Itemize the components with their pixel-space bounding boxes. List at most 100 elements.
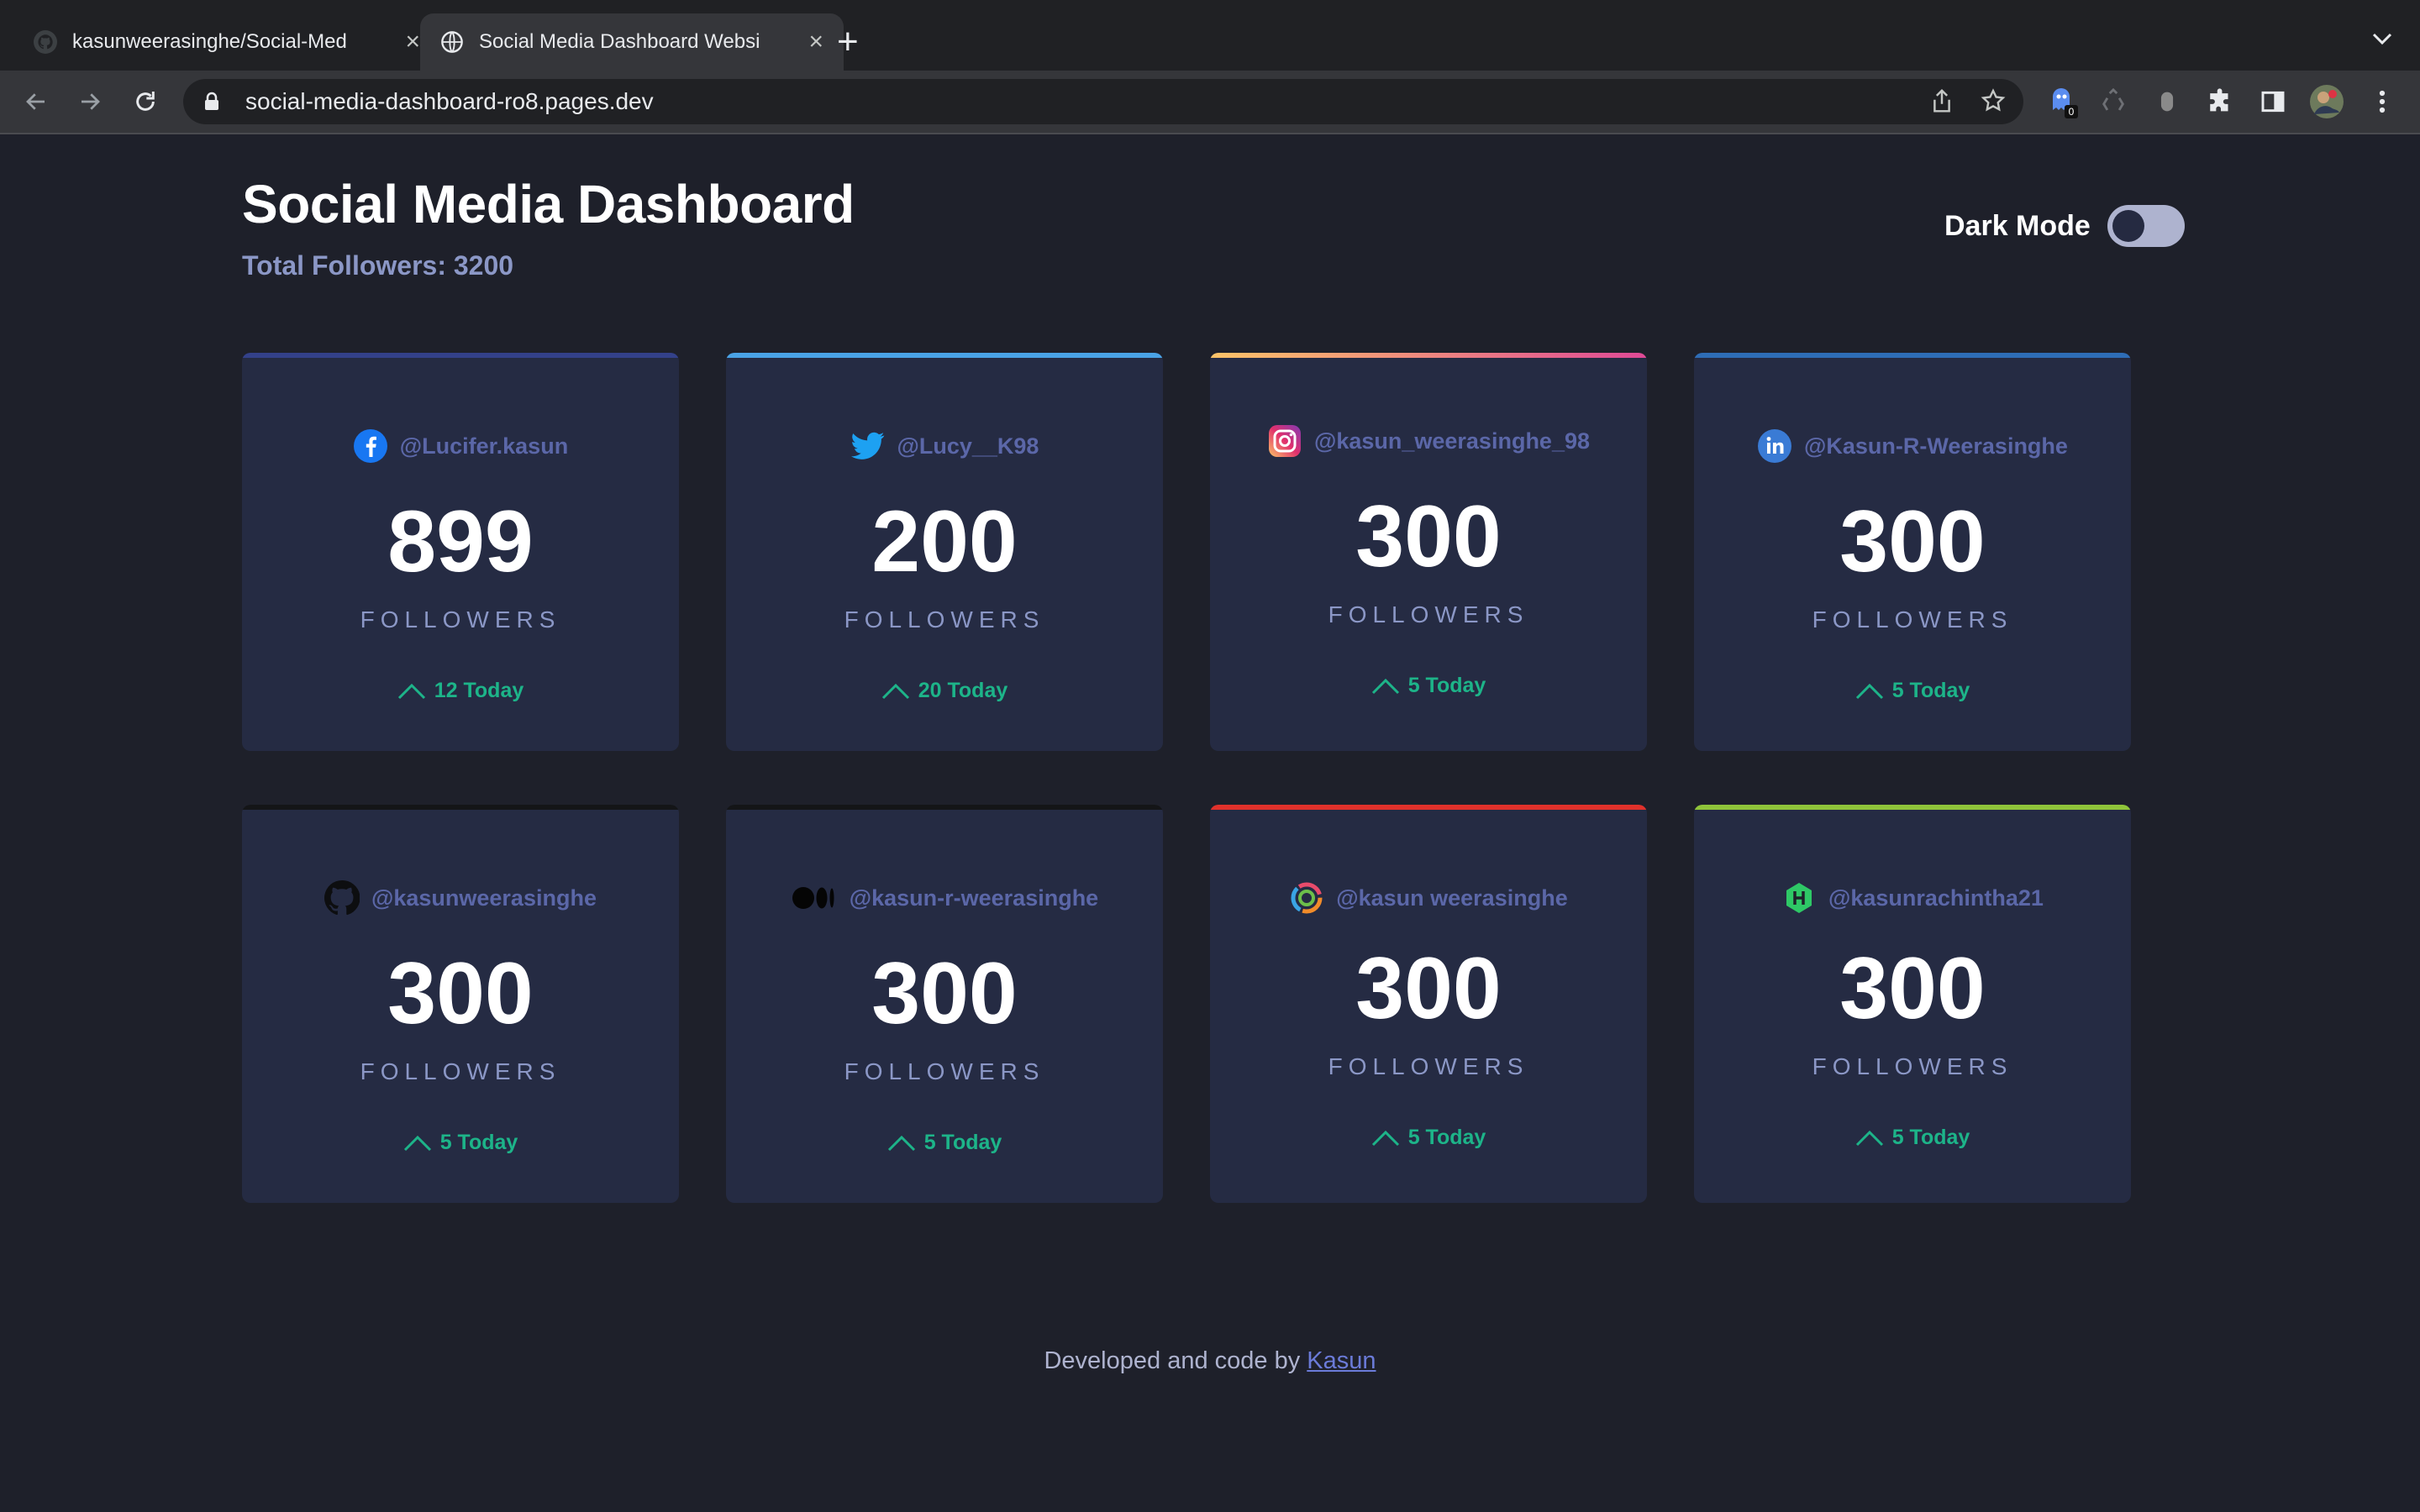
browser-tab[interactable]: kasunweerasinghe/Social-Med × [25,13,429,71]
today-change-text: 5 Today [1407,674,1486,697]
share-icon[interactable] [1929,87,1954,118]
card-handle[interactable]: @kasun-r-weerasinghe [850,885,1098,911]
card-accent-bar [1694,353,2131,358]
github-icon [324,880,360,916]
browser-tab-active[interactable]: Social Media Dashboard Websi × [420,13,844,71]
follower-card-github: @kasunweerasinghe 300 FOLLOWERS 5 Today [242,805,679,1203]
card-accent-bar [242,805,679,810]
reload-icon[interactable] [126,82,165,121]
card-accent-bar [1210,805,1647,810]
new-tab-button[interactable]: + [837,18,859,66]
follower-card-twitter: @Lucy__K98 200 FOLLOWERS 20 Today [726,353,1163,751]
today-change: 12 Today [242,679,679,703]
extension-badge: 0 [2069,106,2075,118]
today-change: 5 Today [1210,1126,1647,1150]
card-handle[interactable]: @kasunrachintha21 [1828,885,2044,911]
address-bar[interactable]: social-media-dashboard-ro8.pages.dev [183,79,2023,124]
card-accent-bar [1210,353,1647,358]
card-accent-bar [1694,805,2131,810]
up-arrow-icon [1855,683,1883,699]
bookmark-star-icon[interactable] [1980,87,2007,118]
browser-toolbar: social-media-dashboard-ro8.pages.dev 0 [0,71,2420,134]
follower-count: 200 [871,493,1018,591]
side-panel-icon[interactable] [2254,82,2292,121]
today-change-text: 5 Today [923,1131,1002,1154]
sololearn-icon [1289,880,1324,916]
card-handle[interactable]: @Lucy__K98 [897,433,1039,459]
instagram-icon [1267,423,1302,459]
follower-count: 899 [387,493,534,591]
card-handle[interactable]: @kasun weerasinghe [1336,885,1567,911]
up-arrow-icon [403,1135,431,1151]
card-handle[interactable]: @Kasun-R-Weerasinghe [1804,433,2068,459]
followers-label: FOLLOWERS [1328,601,1529,627]
follower-count: 300 [387,945,534,1042]
today-change: 5 Today [1694,679,2131,703]
card-handle-row: @kasunrachintha21 [1694,880,2131,916]
follower-count: 300 [871,945,1018,1042]
card-handle[interactable]: @kasun_weerasinghe_98 [1314,428,1590,454]
followers-label: FOLLOWERS [844,606,1045,633]
follower-card-sololearn: @kasun weerasinghe 300 FOLLOWERS 5 Today [1210,805,1647,1203]
ghost-extension-icon[interactable]: 0 [2044,82,2082,121]
url-text: social-media-dashboard-ro8.pages.dev [245,88,654,114]
puzzle-extensions-icon[interactable] [2202,82,2240,121]
extension-icon[interactable] [2148,82,2186,121]
toggle-knob [2112,210,2144,242]
card-handle[interactable]: @Lucifer.kasun [400,433,568,459]
forward-arrow-icon[interactable] [71,82,109,121]
twitter-icon [850,428,886,464]
author-link[interactable]: Kasun [1307,1347,1376,1374]
back-arrow-icon[interactable] [17,82,55,121]
up-arrow-icon [1371,678,1399,694]
medium-icon [791,880,838,916]
dark-mode-toggle[interactable] [2107,205,2185,247]
linkedin-icon [1757,428,1792,464]
hackerrank-icon [1781,880,1817,916]
followers-label: FOLLOWERS [844,1058,1045,1084]
card-handle-row: @kasun weerasinghe [1210,880,1647,916]
follower-count: 300 [1355,488,1502,585]
card-handle-row: @Lucifer.kasun [242,428,679,464]
up-arrow-icon [1371,1130,1399,1146]
card-accent-bar [726,805,1163,810]
card-handle-row: @Lucy__K98 [726,428,1163,464]
today-change: 5 Today [1210,674,1647,698]
card-handle[interactable]: @kasunweerasinghe [371,885,597,911]
follower-card-facebook: @Lucifer.kasun 899 FOLLOWERS 12 Today [242,353,679,751]
browser-menu-icon[interactable] [2363,82,2402,121]
tab-title: kasunweerasinghe/Social-Med [72,30,347,53]
up-arrow-icon [881,683,909,699]
recycle-extension-icon[interactable] [2094,82,2133,121]
github-icon [34,30,57,54]
today-change: 20 Today [726,679,1163,703]
card-handle-row: @kasun-r-weerasinghe [726,880,1163,916]
up-arrow-icon [887,1135,915,1151]
card-accent-bar [726,353,1163,358]
tab-search-chevron-icon[interactable] [2371,25,2393,51]
today-change-text: 12 Today [434,679,524,702]
card-handle-row: @kasunweerasinghe [242,880,679,916]
profile-avatar[interactable] [2307,82,2346,121]
today-change: 5 Today [1694,1126,2131,1150]
today-change-text: 5 Today [439,1131,518,1154]
lock-icon[interactable] [203,92,230,112]
follower-card-medium: @kasun-r-weerasinghe 300 FOLLOWERS 5 Tod… [726,805,1163,1203]
today-change-text: 5 Today [1891,1126,1970,1149]
today-change-text: 20 Today [918,679,1008,702]
followers-label: FOLLOWERS [1812,1053,2013,1079]
page-footer: Developed and code by Kasun [0,1347,2420,1375]
follower-card-hackerrank: @kasunrachintha21 300 FOLLOWERS 5 Today [1694,805,2131,1203]
follower-count: 300 [1839,940,1986,1037]
close-icon[interactable]: × [808,28,823,56]
globe-icon [440,30,464,54]
footer-text: Developed and code by [1044,1347,1301,1374]
followers-label: FOLLOWERS [360,606,561,633]
card-handle-row: @kasun_weerasinghe_98 [1210,423,1647,459]
close-icon[interactable]: × [405,28,420,56]
page-title: Social Media Dashboard [242,174,855,234]
followers-label: FOLLOWERS [1328,1053,1529,1079]
total-followers: Total Followers: 3200 [242,250,514,281]
dark-mode-label: Dark Mode [1944,209,2091,242]
today-change-text: 5 Today [1891,679,1970,702]
